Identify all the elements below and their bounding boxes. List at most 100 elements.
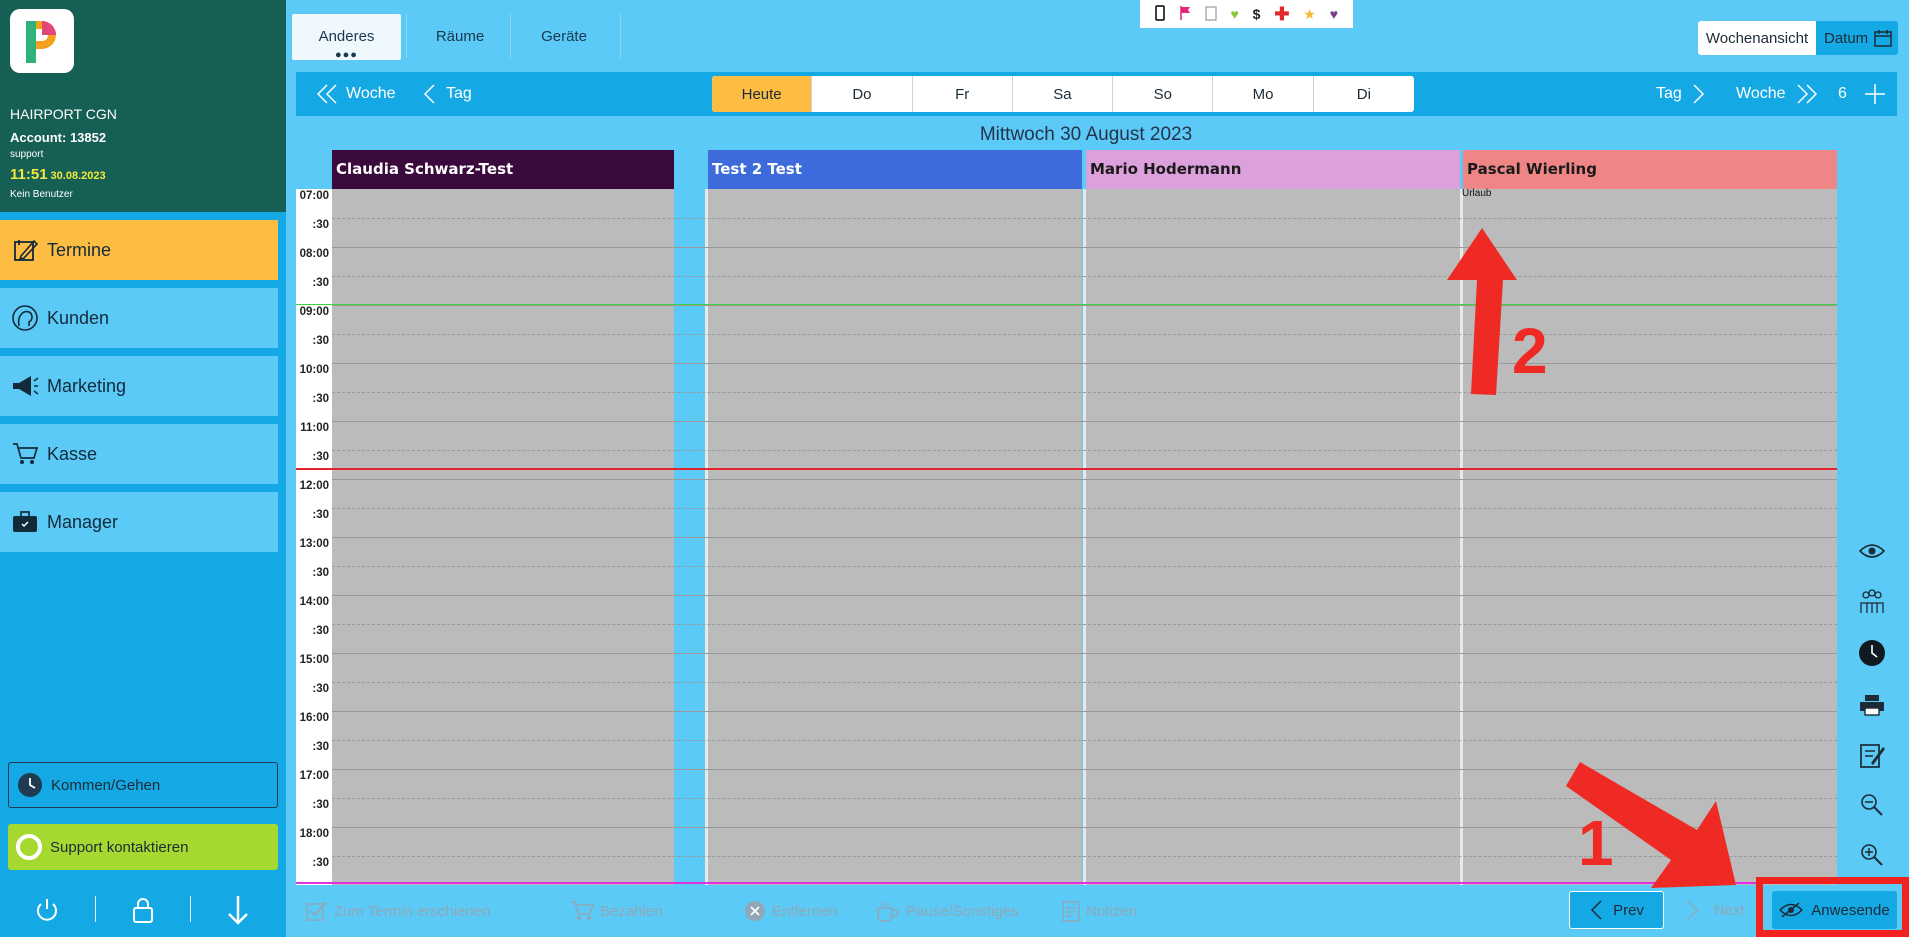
time-label: :30 [312, 393, 329, 405]
staff-column[interactable]: Test 2 Test [708, 150, 1082, 885]
prev-button[interactable]: Prev [1569, 891, 1664, 929]
nav-manager-label: Manager [47, 511, 119, 532]
group-icon[interactable] [1855, 584, 1889, 618]
kommen-gehen-button[interactable]: Kommen/Gehen [8, 762, 278, 808]
grid-line [332, 334, 1837, 335]
double-chevron-right-icon [1796, 84, 1817, 104]
time-label: 17:00 [299, 770, 329, 782]
erschienen-label: Zum Termin erschienen [334, 902, 491, 920]
day-di[interactable]: Di [1314, 76, 1414, 112]
time-label: :30 [312, 567, 329, 579]
pause-button[interactable]: Pause/Sonstiges [876, 885, 1019, 937]
time-label: 18:00 [299, 828, 329, 840]
prev-day-button[interactable]: Tag [422, 72, 472, 116]
staff-header[interactable]: Mario Hodermann [1086, 150, 1460, 189]
grid-line [332, 566, 1837, 567]
app-logo [10, 9, 74, 73]
bezahlen-button[interactable]: Bezahlen [570, 885, 663, 937]
grid-line [332, 682, 1837, 683]
power-icon[interactable] [27, 890, 67, 930]
end-time-line [296, 882, 1837, 884]
entfernen-button[interactable]: Entfernen [744, 885, 837, 937]
add-column-button[interactable] [1864, 72, 1886, 116]
broken-heart-icon[interactable]: ♥ [1330, 6, 1338, 22]
heart-green-icon[interactable]: ♥ [1231, 6, 1239, 22]
nav-manager[interactable]: Manager [0, 492, 278, 552]
cart-icon [570, 900, 594, 922]
tab-geraete[interactable]: Geräte [514, 14, 614, 60]
zoom-in-icon[interactable] [1855, 838, 1889, 872]
grid-line [332, 769, 1837, 770]
tab-anderes[interactable]: Anderes ●●● [292, 14, 401, 61]
absence-label[interactable]: Urlaub [1462, 188, 1491, 199]
support-button[interactable]: Support kontaktieren [8, 824, 278, 870]
notes-icon[interactable] [1855, 738, 1889, 772]
next-day-button[interactable]: Tag [1656, 72, 1706, 116]
day-so[interactable]: So [1113, 76, 1214, 112]
prev-label: Prev [1613, 901, 1644, 919]
user-role: support [10, 149, 44, 160]
printer-icon[interactable] [1855, 688, 1889, 722]
salon-name: HAIRPORT CGN [10, 106, 117, 122]
next-day-label: Tag [1656, 85, 1682, 102]
sidebar-footer [0, 890, 286, 930]
next-button[interactable]: Next [1680, 891, 1750, 929]
zoom-out-icon[interactable] [1855, 788, 1889, 822]
day-selector: Heute Do Fr Sa So Mo Di [712, 76, 1414, 112]
phone-icon[interactable] [1155, 4, 1165, 24]
arrow-down-icon[interactable] [218, 890, 258, 930]
datum-button[interactable]: Datum [1816, 21, 1898, 55]
clipboard-icon[interactable] [1205, 5, 1217, 24]
nav-kunden[interactable]: Kunden [0, 288, 278, 348]
time-label: :30 [312, 335, 329, 347]
notizen-button[interactable]: Notizen [1062, 885, 1137, 937]
lock-icon[interactable] [123, 890, 163, 930]
customer-head-icon [10, 303, 40, 333]
column-count: 6 [1838, 72, 1847, 116]
chevron-left-icon [1591, 900, 1602, 920]
prev-week-button[interactable]: Woche [316, 72, 396, 116]
day-heute[interactable]: Heute [712, 76, 813, 112]
chevron-left-icon [423, 84, 435, 104]
plus-red-icon[interactable]: ✚ [1274, 4, 1289, 25]
staff-column[interactable]: Pascal Wierling [1463, 150, 1837, 885]
grid-line [332, 711, 1837, 712]
day-fr[interactable]: Fr [913, 76, 1013, 112]
datum-label: Datum [1824, 29, 1869, 47]
day-mo[interactable]: Mo [1213, 76, 1314, 112]
day-sa[interactable]: Sa [1013, 76, 1114, 112]
support-label: Support kontaktieren [50, 838, 189, 856]
day-do[interactable]: Do [812, 76, 913, 112]
dollar-icon[interactable]: $ [1253, 6, 1261, 22]
grid-line [332, 421, 1837, 422]
megaphone-icon [10, 371, 40, 401]
nav-termine[interactable]: Termine [0, 220, 278, 280]
notizen-label: Notizen [1086, 902, 1137, 920]
footer-divider [95, 896, 96, 922]
erschienen-button[interactable]: Zum Termin erschienen [306, 885, 490, 937]
wochenansicht-button[interactable]: Wochenansicht [1698, 21, 1816, 55]
eye-icon[interactable] [1855, 534, 1889, 568]
staff-column[interactable]: Mario Hodermann [1086, 150, 1460, 885]
star-icon[interactable]: ★ [1303, 6, 1316, 23]
staff-header[interactable]: Test 2 Test [708, 150, 1082, 189]
next-week-button[interactable]: Woche [1736, 72, 1818, 116]
staff-header[interactable]: Pascal Wierling [1463, 150, 1837, 189]
time-label: :30 [312, 741, 329, 753]
current-time-line [296, 468, 1837, 470]
staff-column[interactable]: Claudia Schwarz-Test [332, 150, 674, 885]
time-label: 11:00 [300, 422, 329, 434]
grid-line [332, 450, 1837, 451]
nav-marketing[interactable]: Marketing [0, 356, 278, 416]
nav-kasse[interactable]: Kasse [0, 424, 278, 484]
tab-raeume[interactable]: Räume [410, 14, 510, 60]
chevron-right-icon [1687, 900, 1698, 920]
double-chevron-left-icon [316, 84, 337, 104]
time-icon[interactable] [1855, 636, 1889, 670]
staff-header[interactable]: Claudia Schwarz-Test [332, 150, 674, 189]
flag-icon[interactable] [1179, 5, 1191, 24]
tab-divider [620, 14, 621, 58]
annotation-number-1: 1 [1578, 807, 1614, 879]
time-label: :30 [312, 683, 329, 695]
cart-icon [10, 439, 40, 469]
